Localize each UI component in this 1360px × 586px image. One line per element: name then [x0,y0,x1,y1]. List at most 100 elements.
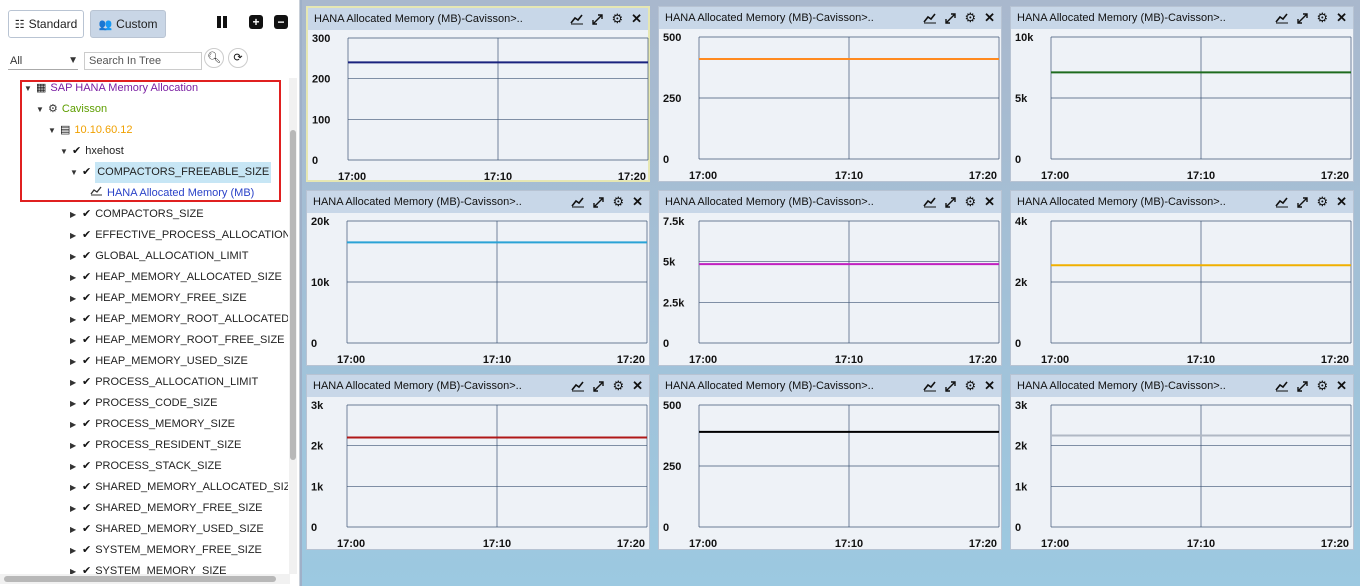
maximize-icon[interactable] [945,380,957,392]
chart-panel-header[interactable]: HANA Allocated Memory (MB)-Cavisson>.. ⚙ ✕ [308,8,648,30]
close-icon[interactable]: ✕ [632,375,643,397]
tree-node[interactable]: ▶ ✔ HEAP_MEMORY_FREE_SIZE [70,288,247,309]
tree-node[interactable]: ▼ ▦ SAP HANA Memory Allocation [24,78,198,99]
maximize-icon[interactable] [945,12,957,24]
chart-panel-header[interactable]: HANA Allocated Memory (MB)-Cavisson>.. ⚙ ✕ [1011,375,1353,397]
chart-type-icon[interactable] [923,12,937,24]
chart-panel-header[interactable]: HANA Allocated Memory (MB)-Cavisson>.. ⚙ ✕ [659,7,1001,29]
tree-node[interactable]: ▶ ✔ SHARED_MEMORY_FREE_SIZE [70,498,263,519]
caret-down-icon[interactable]: ▼ [60,141,68,162]
tree-node[interactable]: ▶ ✔ SYSTEM_MEMORY_FREE_SIZE [70,540,262,561]
chart-type-icon[interactable] [1275,196,1289,208]
tab-standard[interactable]: ☷ Standard [8,10,84,38]
chart-panel[interactable]: HANA Allocated Memory (MB)-Cavisson>.. ⚙ ✕… [658,190,1002,366]
caret-down-icon[interactable]: ▼ [70,162,78,183]
close-icon[interactable]: ✕ [631,8,642,30]
tree-vertical-scrollbar[interactable] [289,78,297,574]
caret-right-icon[interactable]: ▶ [70,309,78,330]
scrollbar-thumb-horizontal[interactable] [4,576,276,582]
maximize-icon[interactable] [1297,12,1309,24]
tree-node[interactable]: ▶ ✔ PROCESS_RESIDENT_SIZE [70,435,241,456]
chart-type-icon[interactable] [571,380,585,392]
chart-panel[interactable]: HANA Allocated Memory (MB)-Cavisson>.. ⚙ ✕… [1010,190,1354,366]
scrollbar-thumb[interactable] [290,130,296,460]
close-icon[interactable]: ✕ [632,191,643,213]
tree-node[interactable]: ▶ ✔ HEAP_MEMORY_ROOT_FREE_SIZE [70,330,285,351]
caret-right-icon[interactable]: ▶ [70,498,78,519]
settings-icon[interactable]: ⚙ [1316,191,1328,213]
chart-type-icon[interactable] [1275,380,1289,392]
chart-panel[interactable]: HANA Allocated Memory (MB)-Cavisson>.. ⚙ ✕… [658,374,1002,550]
caret-right-icon[interactable]: ▶ [70,225,78,246]
caret-right-icon[interactable]: ▶ [70,435,78,456]
close-icon[interactable]: ✕ [1336,191,1347,213]
chart-type-icon[interactable] [571,196,585,208]
chart-type-icon[interactable] [923,196,937,208]
settings-icon[interactable]: ⚙ [1316,375,1328,397]
caret-right-icon[interactable]: ▶ [70,267,78,288]
chart-panel-header[interactable]: HANA Allocated Memory (MB)-Cavisson>.. ⚙ ✕ [1011,191,1353,213]
chart-type-icon[interactable] [1275,12,1289,24]
tree-node[interactable]: ▶ ✔ SHARED_MEMORY_USED_SIZE [70,519,264,540]
caret-right-icon[interactable]: ▶ [70,330,78,351]
caret-right-icon[interactable]: ▶ [70,393,78,414]
tree-search-input[interactable]: Search In Tree [84,52,202,70]
settings-icon[interactable]: ⚙ [612,375,624,397]
settings-icon[interactable]: ⚙ [964,375,976,397]
tab-custom[interactable]: 👥 Custom [90,10,166,38]
tree-node[interactable]: ▼ ✔ hxehost [60,141,124,162]
caret-right-icon[interactable]: ▶ [70,561,78,574]
tree-node[interactable]: ▶ ✔ PROCESS_ALLOCATION_LIMIT [70,372,258,393]
close-icon[interactable]: ✕ [1336,375,1347,397]
caret-right-icon[interactable]: ▶ [70,456,78,477]
tree-node[interactable]: ▶ ✔ PROCESS_CODE_SIZE [70,393,217,414]
settings-icon[interactable]: ⚙ [1316,7,1328,29]
chart-panel[interactable]: HANA Allocated Memory (MB)-Cavisson>.. ⚙ ✕… [1010,374,1354,550]
chart-panel-header[interactable]: HANA Allocated Memory (MB)-Cavisson>.. ⚙ ✕ [307,191,649,213]
refresh-button[interactable]: ⟳ [228,48,248,68]
chart-panel-header[interactable]: HANA Allocated Memory (MB)-Cavisson>.. ⚙ ✕ [1011,7,1353,29]
maximize-icon[interactable] [593,380,605,392]
tree-node[interactable]: ▶ ✔ COMPACTORS_SIZE [70,204,204,225]
expand-all-button[interactable]: + [248,14,264,30]
tree-node[interactable]: ▶ ✔ GLOBAL_ALLOCATION_LIMIT [70,246,248,267]
tree-horizontal-scrollbar[interactable] [0,574,290,584]
caret-down-icon[interactable]: ▼ [36,99,44,120]
chart-panel[interactable]: HANA Allocated Memory (MB)-Cavisson>.. ⚙ ✕… [1010,6,1354,182]
tree-node[interactable]: ▼ ✔ COMPACTORS_FREEABLE_SIZE [70,162,272,183]
filter-select[interactable]: All ▼ [8,52,78,70]
maximize-icon[interactable] [945,196,957,208]
tree-node[interactable]: ▶ ✔ PROCESS_STACK_SIZE [70,456,222,477]
tree-node[interactable]: ▼ ⚙ Cavisson [36,99,107,120]
chart-type-icon[interactable] [923,380,937,392]
tree-node[interactable]: ▶ ✔ HEAP_MEMORY_USED_SIZE [70,351,248,372]
caret-down-icon[interactable]: ▼ [48,120,56,141]
tree-node[interactable]: HANA Allocated Memory (MB) [90,183,254,204]
maximize-icon[interactable] [592,13,604,25]
chart-panel-header[interactable]: HANA Allocated Memory (MB)-Cavisson>.. ⚙ ✕ [659,375,1001,397]
settings-icon[interactable]: ⚙ [964,191,976,213]
settings-icon[interactable]: ⚙ [611,8,623,30]
caret-right-icon[interactable]: ▶ [70,540,78,561]
tree-node[interactable]: ▶ ✔ HEAP_MEMORY_ALLOCATED_SIZE [70,267,282,288]
caret-right-icon[interactable]: ▶ [70,204,78,225]
caret-right-icon[interactable]: ▶ [70,351,78,372]
settings-icon[interactable]: ⚙ [612,191,624,213]
maximize-icon[interactable] [1297,196,1309,208]
close-icon[interactable]: ✕ [1336,7,1347,29]
settings-icon[interactable]: ⚙ [964,7,976,29]
pause-button[interactable] [214,14,230,30]
search-button[interactable]: 🔍︎ [204,48,224,68]
caret-right-icon[interactable]: ▶ [70,246,78,267]
chart-panel[interactable]: HANA Allocated Memory (MB)-Cavisson>.. ⚙ ✕… [658,6,1002,182]
close-icon[interactable]: ✕ [984,191,995,213]
chart-panel[interactable]: HANA Allocated Memory (MB)-Cavisson>.. ⚙ ✕… [306,190,650,366]
tree-node[interactable]: ▼ ▤ 10.10.60.12 [48,120,133,141]
tree-node[interactable]: ▶ ✔ SHARED_MEMORY_ALLOCATED_SIZE [70,477,288,498]
tree-node[interactable]: ▶ ✔ SYSTEM_MEMORY_SIZE [70,561,226,574]
chart-panel[interactable]: HANA Allocated Memory (MB)-Cavisson>.. ⚙ ✕… [306,374,650,550]
chart-panel-header[interactable]: HANA Allocated Memory (MB)-Cavisson>.. ⚙ ✕ [659,191,1001,213]
caret-right-icon[interactable]: ▶ [70,288,78,309]
caret-down-icon[interactable]: ▼ [24,78,32,99]
close-icon[interactable]: ✕ [984,375,995,397]
